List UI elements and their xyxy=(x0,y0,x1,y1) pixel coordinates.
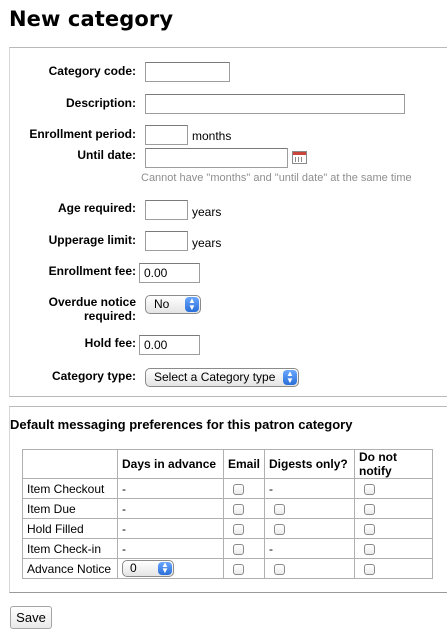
enrollment-fee-label: Enrollment fee: xyxy=(48,264,136,278)
email-cell xyxy=(222,558,266,579)
age-required-input[interactable] xyxy=(145,200,188,220)
days-cell: 0 ▲ ▼ xyxy=(117,558,224,579)
digest-cell xyxy=(264,558,356,579)
until-date-label: Until date: xyxy=(77,148,136,162)
table-header: Days in advance xyxy=(117,449,224,479)
email-cell xyxy=(222,498,266,519)
enrollment-fee-input[interactable]: 0.00 xyxy=(139,263,200,283)
email-cell xyxy=(222,518,266,539)
email-checkbox[interactable] xyxy=(233,503,244,515)
table-header: Email xyxy=(222,449,266,479)
do-not-notify-checkbox[interactable] xyxy=(364,543,376,555)
row-name: Item Checkout xyxy=(22,478,118,499)
category-type-label: Category type: xyxy=(51,369,136,383)
overdue-notice-value: No xyxy=(154,297,170,311)
age-required-label: Age required: xyxy=(57,201,136,215)
do-not-notify-cell xyxy=(354,538,434,559)
digest-checkbox[interactable] xyxy=(274,563,286,575)
category-code-input[interactable] xyxy=(145,62,230,82)
row-digest: - xyxy=(264,538,356,559)
table-row: Hold Filled - xyxy=(22,518,434,539)
until-date-hint: Cannot have "months" and "until date" at… xyxy=(141,172,412,184)
overdue-notice-select[interactable]: No ▲ ▼ xyxy=(145,295,201,314)
table-header: Do not notify xyxy=(354,449,434,479)
enrollment-period-label: Enrollment period: xyxy=(29,127,136,141)
category-type-value: Select a Category type xyxy=(154,370,276,384)
email-checkbox[interactable] xyxy=(233,523,244,535)
email-checkbox[interactable] xyxy=(233,483,244,495)
age-required-unit: years xyxy=(192,205,222,219)
table-row: Item Checkout - - xyxy=(22,478,434,499)
row-name: Advance Notice xyxy=(22,558,118,579)
table-header xyxy=(22,449,118,479)
table-row: Item Check-in - - xyxy=(22,538,434,559)
messaging-table: Days in advance Email Digests only? Do n… xyxy=(22,449,434,579)
upperage-limit-label: Upperage limit: xyxy=(48,233,136,247)
overdue-notice-label-2: required: xyxy=(83,309,136,323)
until-date-input[interactable] xyxy=(145,148,288,168)
digest-checkbox[interactable] xyxy=(274,503,286,515)
save-button[interactable]: Save xyxy=(10,606,52,629)
page-title: New category xyxy=(9,7,174,31)
row-days: - xyxy=(117,478,224,499)
category-type-select[interactable]: Select a Category type ▲ ▼ xyxy=(145,368,299,387)
row-days: - xyxy=(117,538,224,559)
overdue-notice-label-1: Overdue notice xyxy=(48,295,136,309)
hold-fee-input[interactable]: 0.00 xyxy=(139,335,200,355)
table-row: Item Due - xyxy=(22,498,434,519)
digest-checkbox[interactable] xyxy=(274,523,286,535)
do-not-notify-cell xyxy=(354,558,434,579)
row-days: - xyxy=(117,498,224,519)
email-cell xyxy=(222,478,266,499)
row-name: Item Check-in xyxy=(22,538,118,559)
email-checkbox[interactable] xyxy=(233,563,244,575)
email-cell xyxy=(222,538,266,559)
table-row: Advance Notice 0 ▲ ▼ xyxy=(22,558,434,579)
hold-fee-label: Hold fee: xyxy=(84,336,136,350)
category-fieldset: Category code: Description: Enrollment p… xyxy=(9,47,447,397)
enrollment-period-unit: months xyxy=(192,129,232,143)
upperage-limit-input[interactable] xyxy=(145,231,188,251)
row-name: Hold Filled xyxy=(22,518,118,539)
row-days: - xyxy=(117,518,224,539)
do-not-notify-checkbox[interactable] xyxy=(364,563,376,575)
do-not-notify-cell xyxy=(354,518,434,539)
do-not-notify-cell xyxy=(354,478,434,499)
row-digest: - xyxy=(264,478,356,499)
category-code-label: Category code: xyxy=(48,64,136,78)
chevron-up-down-icon: ▲ ▼ xyxy=(185,297,199,312)
advance-notice-days-select[interactable]: 0 ▲ ▼ xyxy=(122,560,174,577)
do-not-notify-checkbox[interactable] xyxy=(364,523,376,535)
chevron-up-down-icon: ▲ ▼ xyxy=(158,561,172,575)
enrollment-period-input[interactable] xyxy=(145,125,188,145)
email-checkbox[interactable] xyxy=(233,543,244,555)
table-header-row: Days in advance Email Digests only? Do n… xyxy=(22,449,434,479)
upperage-limit-unit: years xyxy=(192,236,222,250)
table-header: Digests only? xyxy=(264,449,356,479)
messaging-title: Default messaging preferences for this p… xyxy=(10,417,353,432)
advance-notice-days-value: 0 xyxy=(130,561,137,575)
do-not-notify-cell xyxy=(354,498,434,519)
chevron-up-down-icon: ▲ ▼ xyxy=(283,370,297,385)
calendar-icon[interactable] xyxy=(292,151,307,164)
description-label: Description: xyxy=(65,96,136,110)
do-not-notify-checkbox[interactable] xyxy=(364,483,376,495)
digest-cell xyxy=(264,498,356,519)
row-name: Item Due xyxy=(22,498,118,519)
do-not-notify-checkbox[interactable] xyxy=(364,503,376,515)
digest-cell xyxy=(264,518,356,539)
description-input[interactable] xyxy=(145,94,405,114)
